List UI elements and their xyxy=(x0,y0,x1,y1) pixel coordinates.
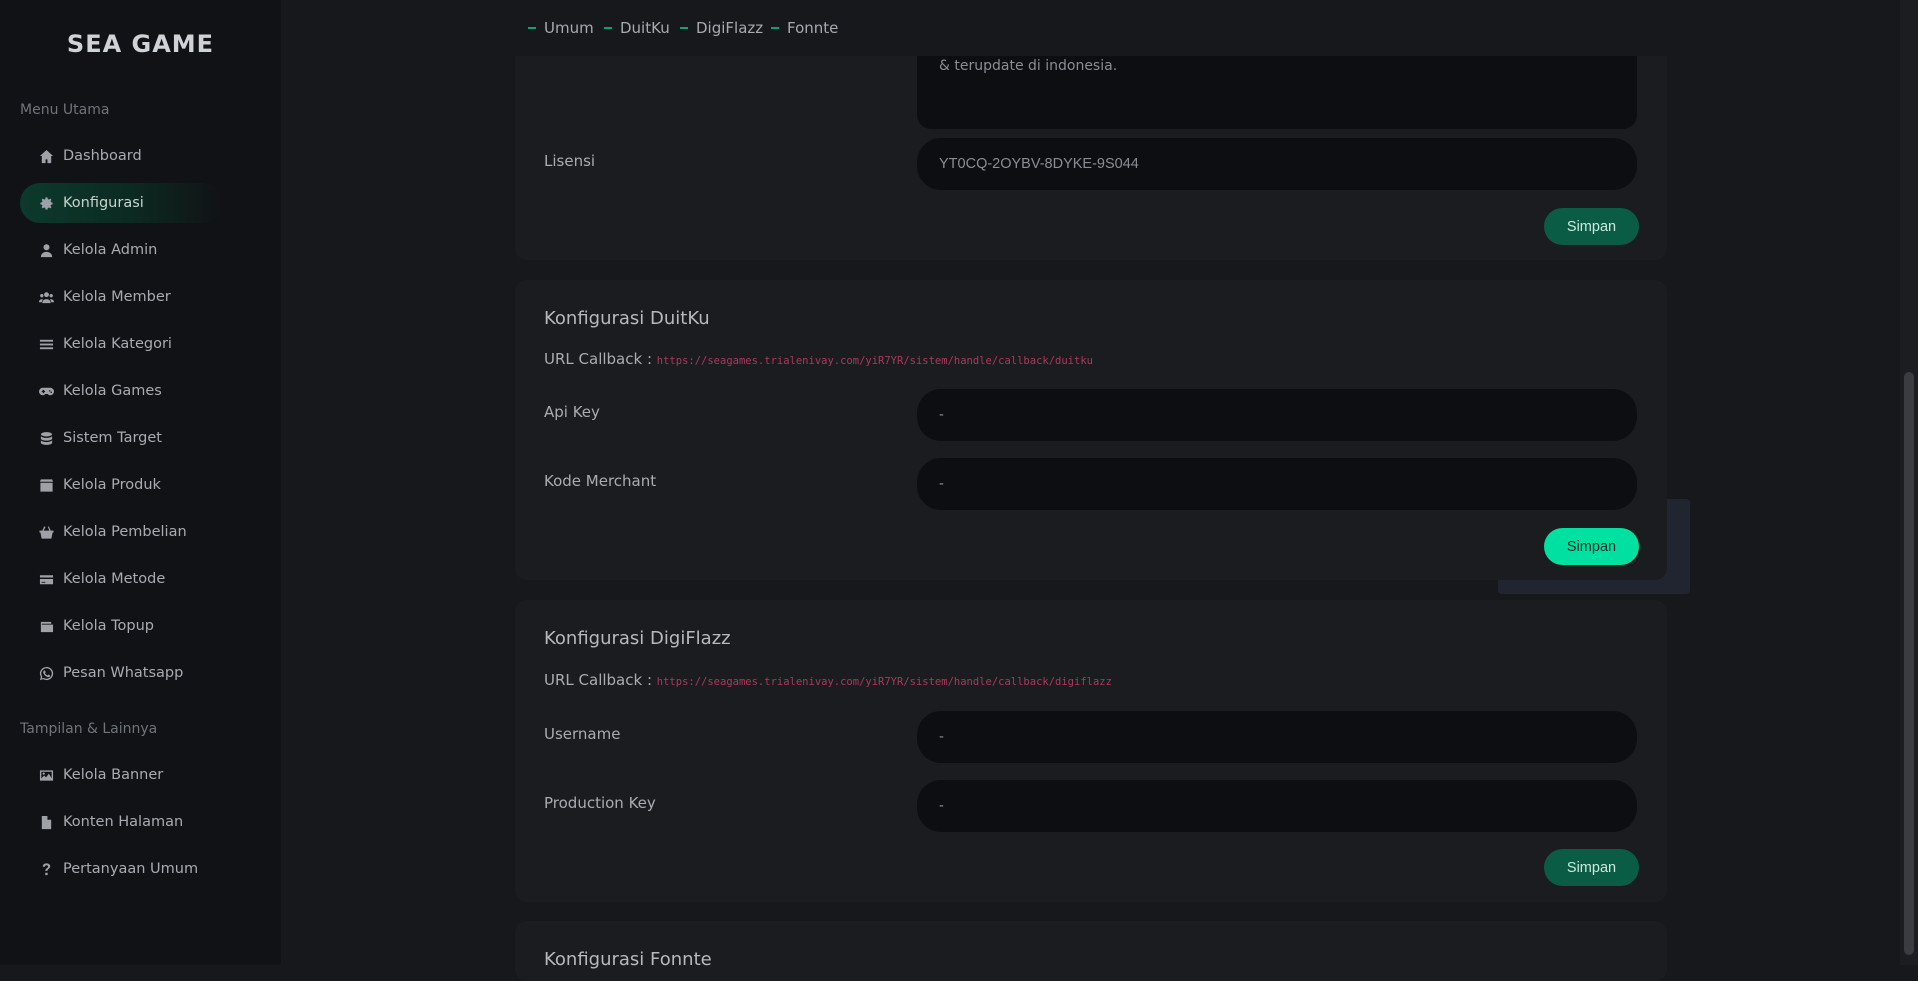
sidebar-item-label: Kelola Games xyxy=(63,383,162,399)
user-icon xyxy=(38,242,54,258)
production-key-label: Production Key xyxy=(544,794,656,812)
credit-card-icon xyxy=(38,571,54,587)
tab-label: Fonnte xyxy=(787,19,839,37)
callback-url[interactable]: https://seagames.trialenivay.com/yiR7YR/… xyxy=(657,355,1093,367)
wallet-icon xyxy=(38,618,54,634)
sidebar-item-label: Kelola Member xyxy=(63,289,171,305)
sidebar-item-dashboard[interactable]: Dashboard xyxy=(20,136,222,176)
sidebar-item-sistem-target[interactable]: Sistem Target xyxy=(20,418,222,458)
card-title-digiflazz: Konfigurasi DigiFlazz xyxy=(544,628,731,649)
api-key-label: Api Key xyxy=(544,403,600,421)
save-button-umum[interactable]: Simpan xyxy=(1544,208,1639,245)
card-title-duitku: Konfigurasi DuitKu xyxy=(544,308,710,329)
username-input[interactable] xyxy=(917,711,1637,763)
license-input[interactable] xyxy=(917,138,1637,190)
sidebar-item-label: Dashboard xyxy=(63,148,142,164)
home-icon xyxy=(38,148,54,164)
scrollbar-thumb[interactable] xyxy=(1904,372,1914,955)
sidebar-item-label: Kelola Kategori xyxy=(63,336,172,352)
sidebar-item-label: Kelola Metode xyxy=(63,571,166,587)
card-title-fonnte: Konfigurasi Fonnte xyxy=(544,949,712,970)
sidebar-item-konten-halaman[interactable]: Konten Halaman xyxy=(20,802,222,842)
sidebar-item-pesan-whatsapp[interactable]: Pesan Whatsapp xyxy=(20,653,222,693)
card-duitku: Konfigurasi DuitKu URL Callback : https:… xyxy=(515,280,1667,580)
production-key-input[interactable] xyxy=(917,780,1637,832)
sidebar-item-kelola-pembelian[interactable]: Kelola Pembelian xyxy=(20,512,222,552)
sidebar-item-label: Konfigurasi xyxy=(63,195,144,211)
sidebar: SEA GAME Menu Utama Dashboard Konfiguras… xyxy=(0,0,281,965)
section-title-other: Tampilan & Lainnya xyxy=(20,721,158,737)
section-title-main: Menu Utama xyxy=(20,102,110,118)
file-icon xyxy=(38,814,54,830)
sidebar-item-kelola-member[interactable]: Kelola Member xyxy=(20,277,222,317)
sidebar-item-label: Pesan Whatsapp xyxy=(63,665,184,681)
tab-label: DigiFlazz xyxy=(696,19,764,37)
whatsapp-icon xyxy=(38,665,54,681)
sidebar-item-label: Kelola Topup xyxy=(63,618,154,634)
sidebar-item-label: Kelola Pembelian xyxy=(63,524,187,540)
basket-icon xyxy=(38,524,54,540)
merchant-code-input[interactable] xyxy=(917,458,1637,510)
save-button-duitku[interactable]: Simpan xyxy=(1544,528,1639,565)
question-icon xyxy=(38,861,54,877)
dash-icon xyxy=(680,27,688,29)
callback-label: URL Callback : xyxy=(544,350,652,368)
sidebar-item-kelola-kategori[interactable]: Kelola Kategori xyxy=(20,324,222,364)
gamepad-icon xyxy=(38,383,54,399)
sidebar-item-label: Konten Halaman xyxy=(63,814,184,830)
tab-label: DuitKu xyxy=(620,19,670,37)
brand-logo[interactable]: SEA GAME xyxy=(0,30,281,58)
tab-fonnte[interactable]: Fonnte xyxy=(771,19,838,37)
dash-icon xyxy=(528,27,536,29)
callback-digiflazz: URL Callback : https://seagames.trialeni… xyxy=(544,671,1112,689)
callback-label: URL Callback : xyxy=(544,671,652,689)
sidebar-item-kelola-topup[interactable]: Kelola Topup xyxy=(20,606,222,646)
tab-umum[interactable]: Umum xyxy=(528,19,594,37)
sidebar-item-kelola-admin[interactable]: Kelola Admin xyxy=(20,230,222,270)
sidebar-item-kelola-games[interactable]: Kelola Games xyxy=(20,371,222,411)
merchant-code-label: Kode Merchant xyxy=(544,472,657,490)
tab-label: Umum xyxy=(544,19,594,37)
tab-digiflazz[interactable]: DigiFlazz xyxy=(680,19,763,37)
scrollbar[interactable] xyxy=(1900,0,1918,965)
sidebar-item-label: Kelola Banner xyxy=(63,767,164,783)
callback-url[interactable]: https://seagames.trialenivay.com/yiR7YR/… xyxy=(657,676,1112,688)
sidebar-item-konfigurasi[interactable]: Konfigurasi xyxy=(20,183,222,223)
description-textarea[interactable]: & terupdate di indonesia. xyxy=(917,50,1637,129)
card-fonnte: Konfigurasi Fonnte xyxy=(515,921,1667,981)
username-label: Username xyxy=(544,725,621,743)
image-icon xyxy=(38,767,54,783)
callback-duitku: URL Callback : https://seagames.trialeni… xyxy=(544,350,1093,368)
sidebar-item-label: Kelola Produk xyxy=(63,477,161,493)
box-icon xyxy=(38,477,54,493)
users-icon xyxy=(38,289,54,305)
card-umum: & terupdate di indonesia. Lisensi Simpan xyxy=(515,20,1667,260)
sidebar-item-kelola-produk[interactable]: Kelola Produk xyxy=(20,465,222,505)
dash-icon xyxy=(771,27,779,29)
dash-icon xyxy=(604,27,612,29)
database-icon xyxy=(38,430,54,446)
sidebar-item-kelola-metode[interactable]: Kelola Metode xyxy=(20,559,222,599)
save-button-digiflazz[interactable]: Simpan xyxy=(1544,849,1639,886)
card-digiflazz: Konfigurasi DigiFlazz URL Callback : htt… xyxy=(515,600,1667,902)
gear-icon xyxy=(38,195,54,211)
license-label: Lisensi xyxy=(544,152,596,170)
config-tabs: Umum DuitKu DigiFlazz Fonnte xyxy=(510,0,1672,56)
tab-duitku[interactable]: DuitKu xyxy=(604,19,670,37)
sidebar-item-label: Kelola Admin xyxy=(63,242,158,258)
api-key-input[interactable] xyxy=(917,389,1637,441)
sidebar-item-kelola-banner[interactable]: Kelola Banner xyxy=(20,755,222,795)
sidebar-item-label: Pertanyaan Umum xyxy=(63,861,199,877)
sidebar-item-pertanyaan-umum[interactable]: Pertanyaan Umum xyxy=(20,849,222,889)
sidebar-item-label: Sistem Target xyxy=(63,430,162,446)
list-icon xyxy=(38,336,54,352)
